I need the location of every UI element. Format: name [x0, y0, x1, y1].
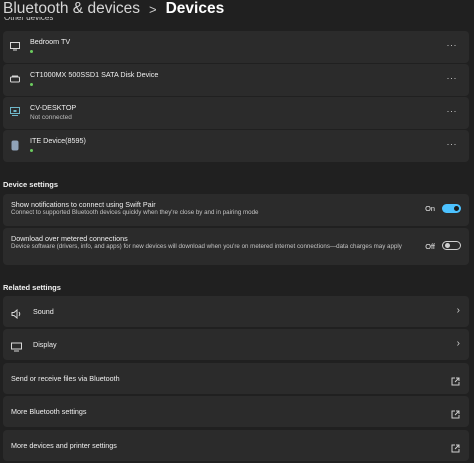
more-options-icon[interactable]: ··· [447, 40, 458, 50]
related-setting-display[interactable]: Display › [3, 329, 469, 360]
device-name: ITE Device(8595) [30, 136, 86, 145]
related-settings-heading: Related settings [3, 283, 61, 292]
device-name: CV-DESKTOP [30, 103, 77, 112]
speaker-icon [11, 306, 23, 320]
other-devices-heading: Other devices [4, 17, 54, 22]
device-row-bedroom-tv[interactable]: Bedroom TV ··· [3, 31, 469, 63]
connected-status-dot [30, 50, 33, 53]
tv-icon [10, 41, 20, 51]
swift-pair-description: Connect to supported Bluetooth devices q… [11, 209, 259, 216]
device-status-text: Not connected [30, 114, 72, 121]
swift-pair-toggle[interactable] [442, 204, 461, 213]
usb-device-icon [10, 140, 20, 150]
link-label: Sound [33, 307, 54, 316]
devices-page: Bluetooth & devices > Devices Other devi… [0, 0, 474, 463]
breadcrumb-bluetooth-devices[interactable]: Bluetooth & devices [3, 0, 140, 18]
external-link-icon [451, 406, 460, 419]
device-name: Bedroom TV [30, 37, 71, 46]
related-setting-sound[interactable]: Sound › [3, 296, 469, 327]
link-label: Display [33, 340, 57, 349]
toggle-knob [445, 243, 450, 248]
connected-status-dot [30, 83, 33, 86]
external-link-icon [451, 373, 460, 386]
metered-download-setting: Download over metered connections Device… [3, 228, 469, 265]
chevron-right-icon: › [456, 305, 460, 316]
toggle-knob [454, 206, 459, 211]
device-settings-heading: Device settings [3, 180, 59, 189]
page-title: Devices [165, 0, 225, 17]
link-label: More devices and printer settings [11, 441, 117, 450]
link-label: Send or receive files via Bluetooth [11, 374, 120, 383]
link-label: More Bluetooth settings [11, 407, 87, 416]
swift-pair-setting: Show notifications to connect using Swif… [3, 194, 469, 226]
chevron-right-icon: › [456, 338, 460, 349]
swift-pair-title: Show notifications to connect using Swif… [11, 200, 156, 209]
connected-status-dot [30, 149, 33, 152]
related-setting-more-devices-printers[interactable]: More devices and printer settings [3, 430, 469, 461]
more-options-icon[interactable]: ··· [447, 73, 458, 83]
device-row-cv-desktop[interactable]: CV-DESKTOP Not connected ··· [3, 97, 469, 129]
device-row-ite-device[interactable]: ITE Device(8595) ··· [3, 130, 469, 162]
more-options-icon[interactable]: ··· [447, 106, 458, 116]
metered-download-title: Download over metered connections [11, 234, 128, 243]
more-options-icon[interactable]: ··· [447, 139, 458, 149]
device-row-ssd[interactable]: CT1000MX 500SSD1 SATA Disk Device ··· [3, 64, 469, 96]
related-setting-more-bluetooth[interactable]: More Bluetooth settings [3, 396, 469, 427]
breadcrumb-separator: > [149, 1, 157, 17]
metered-download-state-label: Off [425, 242, 435, 251]
display-device-icon [10, 107, 20, 117]
metered-download-description: Device software (drivers, info, and apps… [11, 243, 402, 250]
external-link-icon [451, 440, 460, 453]
disk-drive-icon [10, 74, 20, 84]
related-setting-send-receive-files[interactable]: Send or receive files via Bluetooth [3, 363, 469, 394]
device-name: CT1000MX 500SSD1 SATA Disk Device [30, 70, 159, 79]
swift-pair-state-label: On [425, 204, 435, 213]
monitor-icon [11, 339, 23, 352]
metered-download-toggle[interactable] [442, 241, 461, 250]
